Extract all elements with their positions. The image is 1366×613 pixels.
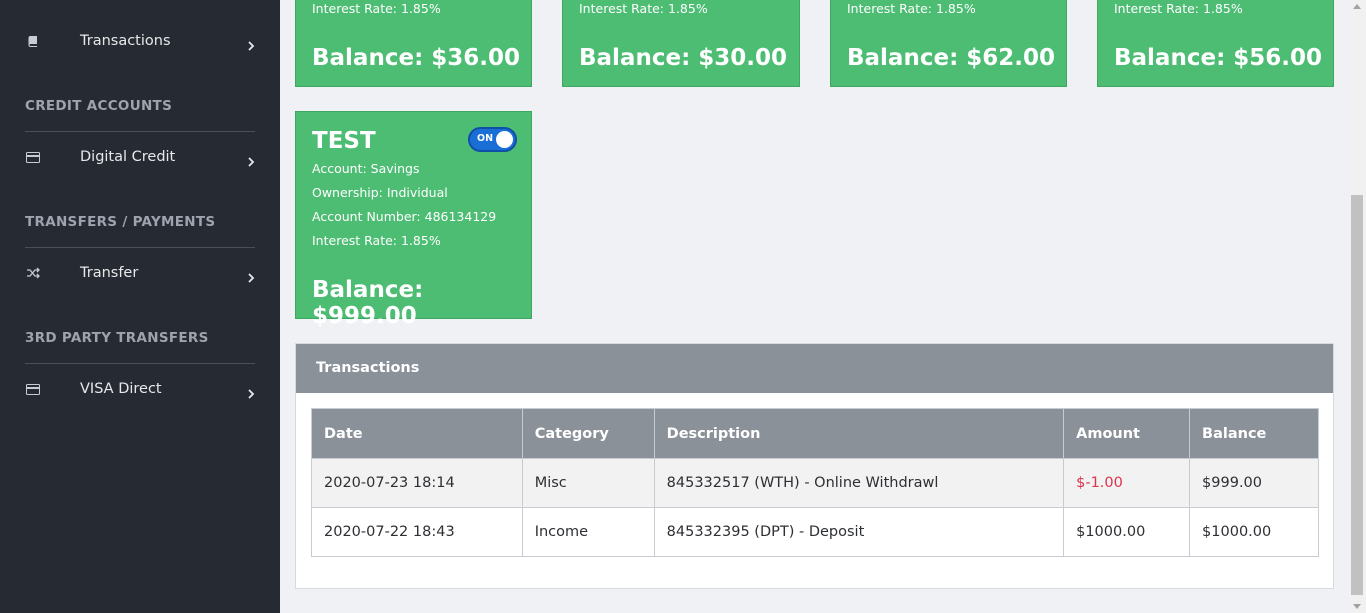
account-card-test[interactable]: TEST ON Account: Savings Ownership: Indi…	[295, 111, 532, 329]
scroll-up-icon[interactable]	[1353, 4, 1361, 9]
table-header-row: Date Category Description Amount Balance	[311, 408, 1319, 459]
interest-rate: Interest Rate: 1.85%	[1114, 1, 1243, 16]
transactions-panel: Transactions Date Category Description A…	[295, 343, 1334, 589]
section-title-transfers-payments: TRANSFERS / PAYMENTS	[25, 214, 216, 230]
toggle-label: ON	[477, 133, 494, 144]
panel-title: Transactions	[316, 360, 420, 376]
page-scrollbar[interactable]	[1349, 0, 1366, 613]
account-type: Account: Savings	[312, 161, 420, 176]
scroll-down-icon[interactable]	[1353, 604, 1361, 609]
interest-rate: Interest Rate: 1.85%	[847, 1, 976, 16]
column-header-balance[interactable]: Balance	[1189, 408, 1319, 459]
sidebar-item-label: Transfer	[80, 265, 139, 281]
account-ownership: Ownership: Individual	[312, 185, 448, 200]
section-title-credit-accounts: CREDIT ACCOUNTS	[25, 98, 173, 114]
column-header-date[interactable]: Date	[311, 408, 523, 459]
sidebar-item-visa-direct[interactable]: VISA Direct	[0, 367, 280, 411]
section-divider	[25, 247, 255, 248]
scrollbar-thumb[interactable]	[1351, 195, 1363, 595]
sidebar-item-digital-credit[interactable]: Digital Credit	[0, 135, 280, 179]
credit-card-icon	[25, 149, 41, 165]
section-divider	[25, 363, 255, 364]
book-icon	[25, 33, 41, 49]
column-header-description[interactable]: Description	[653, 408, 1065, 459]
credit-card-icon	[25, 381, 41, 397]
section-title-3rd-party-transfers: 3RD PARTY TRANSFERS	[25, 330, 209, 346]
sidebar-item-label: Transactions	[80, 33, 171, 49]
column-header-category[interactable]: Category	[521, 408, 655, 459]
sidebar-item-transfer[interactable]: Transfer	[0, 251, 280, 295]
cell-amount: $-1.00	[1063, 458, 1191, 508]
sidebar: Transactions CREDIT ACCOUNTS Digital Cre…	[0, 0, 280, 613]
sidebar-item-label: VISA Direct	[80, 381, 162, 397]
cell-description: 845332517 (WTH) - Online Withdrawl	[653, 458, 1065, 508]
table-row[interactable]: 2020-07-22 18:43 Income 845332395 (DPT) …	[311, 507, 1319, 557]
account-toggle[interactable]: ON	[468, 127, 517, 152]
cell-category: Misc	[521, 458, 655, 508]
transactions-table: Date Category Description Amount Balance…	[311, 408, 1319, 557]
cell-balance: $1000.00	[1189, 507, 1319, 557]
account-balance: Balance: $36.00	[312, 45, 521, 71]
interest-rate: Interest Rate: 1.85%	[312, 233, 441, 248]
account-balance: Balance: $30.00	[579, 45, 788, 71]
cell-description: 845332395 (DPT) - Deposit	[653, 507, 1065, 557]
chevron-right-icon	[246, 36, 256, 51]
table-row[interactable]: 2020-07-23 18:14 Misc 845332517 (WTH) - …	[311, 458, 1319, 508]
panel-header: Transactions	[296, 344, 1333, 393]
account-balance: Balance: $999.00	[312, 277, 424, 329]
cell-balance: $999.00	[1189, 458, 1319, 508]
cell-category: Income	[521, 507, 655, 557]
column-header-amount[interactable]: Amount	[1063, 408, 1191, 459]
interest-rate: Interest Rate: 1.85%	[579, 1, 708, 16]
account-number: Account Number: 486134129	[312, 209, 497, 224]
cell-date: 2020-07-22 18:43	[311, 507, 523, 557]
sidebar-item-label: Digital Credit	[80, 149, 176, 165]
account-card[interactable]: Interest Rate: 1.85% Balance: $36.00	[295, 0, 532, 87]
account-card[interactable]: Interest Rate: 1.85% Balance: $62.00	[830, 0, 1067, 87]
toggle-knob	[496, 131, 513, 148]
shuffle-icon	[25, 265, 41, 281]
account-card[interactable]: Interest Rate: 1.85% Balance: $30.00	[562, 0, 800, 87]
section-divider	[25, 131, 255, 132]
chevron-right-icon	[246, 384, 256, 399]
account-card[interactable]: Interest Rate: 1.85% Balance: $56.00	[1097, 0, 1334, 87]
account-name: TEST	[312, 128, 376, 154]
chevron-right-icon	[246, 152, 256, 167]
sidebar-item-transactions[interactable]: Transactions	[0, 19, 280, 63]
cell-date: 2020-07-23 18:14	[311, 458, 523, 508]
account-balance: Balance: $62.00	[847, 45, 1056, 71]
cell-amount: $1000.00	[1063, 507, 1191, 557]
chevron-right-icon	[246, 268, 256, 283]
interest-rate: Interest Rate: 1.85%	[312, 1, 441, 16]
account-balance: Balance: $56.00	[1114, 45, 1323, 71]
